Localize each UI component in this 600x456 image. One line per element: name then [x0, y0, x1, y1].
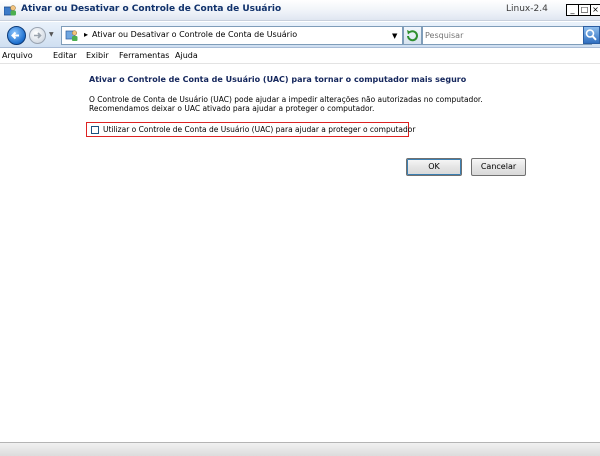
search-box[interactable] — [422, 26, 592, 45]
menu-arquivo[interactable]: Arquivo — [2, 51, 33, 60]
forward-button[interactable] — [29, 27, 46, 44]
close-button[interactable]: × — [590, 4, 600, 16]
description-line-2: Recomendamos deixar o UAC ativado para a… — [89, 104, 375, 113]
address-path-text: Ativar ou Desativar o Controle de Conta … — [92, 30, 298, 39]
address-bar: ▼ ▸ Ativar ou Desativar o Controle de Co… — [0, 22, 600, 48]
uac-option-label[interactable]: Utilizar o Controle de Conta de Usuário … — [103, 125, 415, 134]
refresh-icon — [407, 30, 418, 42]
menu-editar[interactable]: Editar — [53, 51, 77, 60]
search-button[interactable] — [583, 26, 600, 44]
search-input[interactable] — [425, 29, 565, 42]
search-icon — [585, 29, 597, 41]
user-accounts-icon — [4, 5, 16, 16]
control-panel-icon — [65, 30, 78, 41]
version-label: Linux-2.4 — [506, 4, 548, 14]
back-button[interactable] — [7, 26, 26, 45]
minimize-icon: _ — [570, 5, 575, 14]
path-separator-icon[interactable]: ▸ — [84, 30, 88, 39]
close-icon: × — [592, 5, 599, 14]
address-dropdown-icon[interactable]: ▼ — [392, 32, 397, 40]
refresh-button[interactable] — [403, 26, 422, 45]
maximize-icon: □ — [580, 5, 589, 14]
menu-ferramentas[interactable]: Ferramentas — [119, 51, 169, 60]
menu-exibir[interactable]: Exibir — [86, 51, 109, 60]
menu-ajuda[interactable]: Ajuda — [175, 51, 198, 60]
address-path-box[interactable]: ▸ Ativar ou Desativar o Controle de Cont… — [61, 26, 403, 45]
back-arrow-icon — [11, 31, 19, 40]
uac-option-row[interactable]: Utilizar o Controle de Conta de Usuário … — [86, 122, 415, 137]
status-bar — [0, 442, 600, 456]
window-title: Ativar ou Desativar o Controle de Conta … — [21, 4, 282, 14]
recent-pages-dropdown-icon[interactable]: ▼ — [49, 31, 54, 38]
title-bar[interactable]: Ativar ou Desativar o Controle de Conta … — [0, 0, 600, 21]
cancel-button[interactable]: Cancelar — [471, 158, 526, 176]
menu-bar: Arquivo Editar Exibir Ferramentas Ajuda — [0, 49, 600, 64]
page-heading: Ativar o Controle de Conta de Usuário (U… — [89, 75, 467, 84]
forward-arrow-icon — [34, 32, 42, 39]
page-description: O Controle de Conta de Usuário (UAC) pod… — [89, 95, 483, 113]
ok-button[interactable]: OK — [406, 158, 462, 176]
description-line-1: O Controle de Conta de Usuário (UAC) pod… — [89, 95, 483, 104]
uac-checkbox[interactable] — [91, 126, 99, 134]
